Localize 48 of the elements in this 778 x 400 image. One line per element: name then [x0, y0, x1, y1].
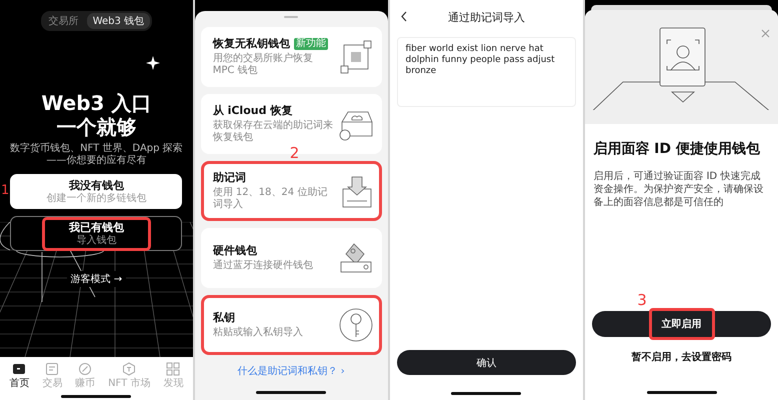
method-title: 私钥 — [212, 311, 235, 324]
method-title: 硬件钱包 — [212, 244, 257, 257]
new-badge: 新功能 — [294, 38, 328, 50]
grid-icon — [166, 362, 180, 376]
method-description: 使用 12、18、24 位助记词导入 — [212, 187, 328, 211]
method-title: 助记词 — [212, 171, 246, 184]
import-method-card[interactable]: 恢复无私钥钱包 新功能 用您的交易所账户恢复 MPC 钱包 — [200, 27, 382, 87]
dialog-title: 启用面容 ID 便捷使用钱包 — [593, 140, 761, 158]
segment-tab[interactable]: Web3 钱包 — [86, 13, 150, 29]
skip-link[interactable]: 暂不启用，去设置密码 — [585, 350, 778, 364]
sheet-handle[interactable] — [284, 16, 298, 18]
phrase-field[interactable]: fiber world exist lion nerve hat dolphin funny people pass adjust bronze — [396, 37, 576, 107]
home-indicator — [646, 391, 717, 394]
home-indicator — [256, 391, 326, 394]
method-title: 恢复无私钥钱包 — [212, 37, 290, 50]
tab-label[interactable]: 首页 — [9, 378, 30, 389]
method-description: 通过蓝牙连接硬件钱包 — [212, 260, 314, 272]
home-indicator — [451, 392, 522, 395]
enable-button[interactable]: 立即启用 — [592, 311, 772, 337]
method-description: 获取保存在云端的助记词来恢复钱包 — [212, 120, 334, 144]
home-indicator — [61, 395, 132, 398]
key-icon — [338, 307, 374, 343]
segment-tab[interactable]: 交易所 — [42, 13, 85, 29]
tagline: 数字货币钱包、NFT 世界、DApp 探索——你想要的应有尽有 — [9, 143, 184, 167]
close-icon — [761, 29, 770, 38]
step-number: 1 — [1, 183, 10, 198]
headline: Web3 入口 一个就够 — [41, 91, 152, 139]
guest-mode-link[interactable]: 游客模式 → — [66, 271, 126, 287]
method-description: 用您的交易所账户恢复 MPC 钱包 — [212, 53, 314, 77]
import-method-card[interactable]: 助记词 使用 12、18、24 位助记词导入 — [200, 161, 382, 221]
home-icon — [12, 362, 26, 376]
method-title: 从 iCloud 恢复 — [212, 104, 292, 117]
document-icon — [45, 362, 60, 376]
page-title: 通过助记词导入 — [448, 10, 525, 24]
wallet-option-button[interactable]: 我没有钱包 创建一个新的多链钱包 — [10, 174, 182, 209]
wallet-option-button[interactable]: 我已有钱包 导入钱包 — [10, 216, 182, 251]
gauge-icon — [78, 362, 92, 376]
import-method-card[interactable]: 硬件钱包 通过蓝牙连接硬件钱包 — [200, 228, 382, 288]
import-method-card[interactable]: 私钥 粘贴或输入私钥导入 — [200, 295, 382, 355]
method-description: 粘贴或输入私钥导入 — [212, 327, 304, 339]
step-number: 3 — [637, 291, 647, 309]
back-icon — [400, 11, 408, 22]
hexagon-icon — [122, 362, 136, 376]
dialog-description: 启用后，可通过验证面容 ID 快速完成资金操作。为保护资产安全，请确保设备上的面容信息都是可信任的 — [593, 170, 764, 209]
help-link[interactable]: 什么是助记词和私钥？ › — [200, 364, 382, 378]
confirm-button[interactable]: 确认 — [396, 350, 576, 375]
scan-frame-icon — [338, 39, 374, 75]
sparkle-icon — [146, 56, 160, 70]
